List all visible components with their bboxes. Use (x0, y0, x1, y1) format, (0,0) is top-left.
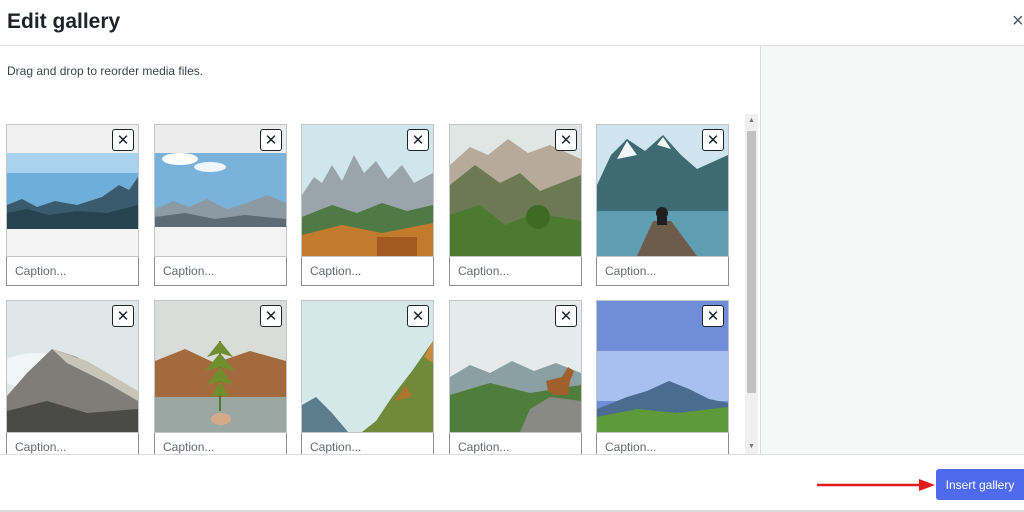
thumbnail-image[interactable]: ✕ (449, 300, 582, 433)
thumbnail-image[interactable]: ✕ (6, 300, 139, 433)
gallery-item[interactable]: ✕ (596, 300, 729, 454)
scroll-down-icon[interactable]: ▼ (745, 440, 758, 454)
thumbnail-image[interactable]: ✕ (154, 300, 287, 433)
thumbnail-image[interactable]: ✕ (301, 124, 434, 257)
caption-input[interactable] (449, 433, 582, 454)
scrollbar-thumb[interactable] (747, 131, 756, 393)
modal-title: Edit gallery (7, 10, 121, 33)
gallery-content: Drag and drop to reorder media files. ✕ (0, 46, 760, 454)
remove-icon[interactable]: ✕ (260, 305, 282, 327)
caption-input[interactable] (596, 433, 729, 454)
thumbnail-image[interactable]: ✕ (301, 300, 434, 433)
caption-input[interactable] (449, 257, 582, 286)
gallery-item[interactable]: ✕ (449, 300, 582, 454)
gallery-item[interactable]: ✕ (154, 124, 287, 286)
remove-icon[interactable]: ✕ (702, 305, 724, 327)
remove-icon[interactable]: ✕ (407, 129, 429, 151)
settings-sidebar (760, 46, 1024, 454)
reorder-instructions: Drag and drop to reorder media files. (7, 64, 204, 78)
caption-input[interactable] (301, 257, 434, 286)
thumbnail-image[interactable]: ✕ (596, 300, 729, 433)
gallery-item[interactable]: ✕ (6, 124, 139, 286)
remove-icon[interactable]: ✕ (260, 129, 282, 151)
caption-input[interactable] (154, 433, 287, 454)
remove-icon[interactable]: ✕ (555, 129, 577, 151)
caption-input[interactable] (301, 433, 434, 454)
gallery-item[interactable]: ✕ (596, 124, 729, 286)
remove-icon[interactable]: ✕ (702, 129, 724, 151)
insert-gallery-button[interactable]: Insert gallery (936, 469, 1024, 500)
gallery-grid: ✕ ✕ (6, 124, 732, 454)
close-icon[interactable]: × (1012, 10, 1024, 33)
caption-input[interactable] (596, 257, 729, 286)
gallery-item[interactable]: ✕ (449, 124, 582, 286)
thumbnail-image[interactable]: ✕ (596, 124, 729, 257)
thumbnail-image[interactable]: ✕ (6, 124, 139, 257)
gallery-item[interactable]: ✕ (154, 300, 287, 454)
annotation-arrow (817, 479, 935, 491)
thumbnail-image[interactable]: ✕ (449, 124, 582, 257)
remove-icon[interactable]: ✕ (555, 305, 577, 327)
remove-icon[interactable]: ✕ (112, 129, 134, 151)
gallery-item[interactable]: ✕ (301, 124, 434, 286)
caption-input[interactable] (6, 433, 139, 454)
gallery-item[interactable]: ✕ (301, 300, 434, 454)
remove-icon[interactable]: ✕ (112, 305, 134, 327)
scroll-up-icon[interactable]: ▲ (745, 114, 758, 128)
caption-input[interactable] (154, 257, 287, 286)
modal-header: Edit gallery × (0, 0, 1024, 46)
caption-input[interactable] (6, 257, 139, 286)
gallery-scrollbar[interactable]: ▲ ▼ (745, 114, 758, 454)
gallery-item[interactable]: ✕ (6, 300, 139, 454)
remove-icon[interactable]: ✕ (407, 305, 429, 327)
thumbnail-image[interactable]: ✕ (154, 124, 287, 257)
